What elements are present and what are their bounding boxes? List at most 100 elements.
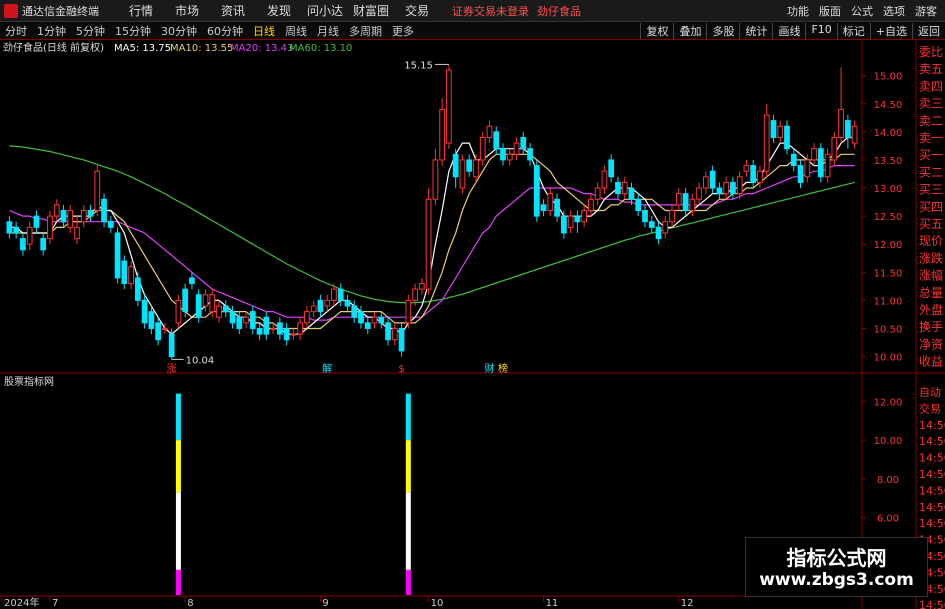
- candle-body: [446, 69, 452, 144]
- legend-ma60: MA60: 13.10: [289, 43, 352, 54]
- candle-body: [804, 159, 811, 178]
- candle-body: [134, 277, 141, 301]
- candle-body: [655, 226, 662, 240]
- price-tick-label-5: 12.50: [874, 212, 903, 223]
- candle-body: [588, 198, 594, 212]
- candle-body: [364, 322, 371, 329]
- period-tab-8[interactable]: 月线: [312, 23, 344, 39]
- menu-item-6[interactable]: 交易: [394, 2, 440, 19]
- side-lower-5: 14:50: [919, 468, 945, 481]
- candle-body: [371, 316, 378, 324]
- period-tab-4[interactable]: 30分钟: [156, 23, 202, 39]
- toolbar-button-6[interactable]: 标记: [836, 22, 870, 39]
- candle-body: [209, 294, 216, 313]
- period-tab-2[interactable]: 5分钟: [71, 23, 110, 39]
- titlebar-right-item-1[interactable]: 版面: [819, 3, 841, 19]
- toolbar-button-7[interactable]: +自选: [869, 22, 912, 39]
- toolbar-button-0[interactable]: 复权: [640, 22, 673, 39]
- kline-chart[interactable]: 劲仔食品(日线 前复权) MA5: 13.75MA10: 13.55MA20: 1…: [0, 40, 945, 609]
- side-upper-16: 换手: [919, 320, 943, 334]
- menu-item-0[interactable]: 行情: [118, 2, 164, 19]
- candle-body: [520, 136, 527, 150]
- candle-body: [736, 176, 743, 195]
- candle-body: [628, 187, 635, 200]
- side-upper-18: 收益: [919, 355, 943, 369]
- toolbar-button-1[interactable]: 叠加: [673, 22, 706, 39]
- candle-body: [621, 181, 628, 195]
- indicator-bar-0-seg-3: [175, 393, 181, 441]
- candle-body: [412, 288, 418, 301]
- toolbar-button-8[interactable]: 返回: [912, 22, 945, 39]
- candle-body: [195, 294, 202, 318]
- period-tab-1[interactable]: 1分钟: [32, 23, 71, 39]
- titlebar-right-item-0[interactable]: 功能: [787, 3, 809, 19]
- candle-body: [811, 148, 817, 161]
- legend-ma10: MA10: 13.55: [170, 43, 233, 54]
- period-tab-7[interactable]: 周线: [280, 23, 312, 39]
- main-menu: 行情 市场 资讯 发现 问小达 财富圈 交易: [118, 2, 440, 19]
- candle-body: [331, 288, 337, 301]
- indicator-bar-0-seg-1: [175, 492, 181, 570]
- chart-area[interactable]: 劲仔食品(日线 前复权) MA5: 13.75 MA10: 13.55 MA20: 1…: [0, 40, 945, 609]
- price-tick-label-9: 10.50: [874, 324, 903, 335]
- menu-item-3[interactable]: 发现: [256, 2, 302, 19]
- period-tab-5[interactable]: 60分钟: [202, 23, 248, 39]
- date-label-1: 7: [52, 598, 58, 609]
- titlebar-right-menu: 功能 版面 公式 选项 游客: [787, 3, 945, 19]
- period-tabs: 分时 1分钟 5分钟 15分钟 30分钟 60分钟 日线 周线 月线 多周期 更多: [0, 23, 419, 39]
- candle-body: [189, 277, 195, 285]
- candle-body: [121, 260, 128, 285]
- menu-item-2[interactable]: 资讯: [210, 2, 256, 19]
- candle-body: [283, 327, 290, 341]
- date-label-5: 11: [546, 598, 559, 609]
- candle-body: [547, 193, 554, 212]
- menu-item-1[interactable]: 市场: [164, 2, 210, 19]
- candle-body: [26, 226, 33, 245]
- candle-body: [249, 311, 256, 329]
- candle-body: [844, 120, 851, 138]
- side-upper-10: 买五: [919, 217, 943, 231]
- candle-body: [351, 305, 358, 318]
- date-label-3: 9: [322, 598, 328, 609]
- candle-body: [20, 238, 26, 251]
- candle-body: [439, 108, 446, 161]
- period-tab-10[interactable]: 更多: [387, 23, 419, 39]
- period-tab-6[interactable]: 日线: [248, 23, 280, 39]
- side-lower-8: 14:50: [919, 517, 945, 530]
- candle-body: [466, 159, 473, 172]
- candle-body: [67, 210, 74, 228]
- side-lower-2: 14:50: [919, 419, 945, 432]
- candle-body: [851, 125, 858, 144]
- candle-body: [594, 187, 601, 200]
- side-lower-13: 14:50: [919, 599, 945, 609]
- candle-body: [87, 210, 94, 217]
- candle-body: [506, 153, 513, 161]
- candle-body: [486, 125, 493, 138]
- toolbar-button-4[interactable]: 画线: [772, 22, 805, 39]
- high-label: 15.15: [404, 60, 433, 71]
- candle-body: [567, 215, 574, 228]
- login-warning[interactable]: 证券交易未登录: [452, 3, 529, 19]
- candle-body: [141, 299, 148, 324]
- menu-item-4[interactable]: 问小达: [302, 2, 348, 19]
- toolbar-button-3[interactable]: 统计: [739, 22, 772, 39]
- period-tab-3[interactable]: 15分钟: [110, 23, 156, 39]
- titlebar-right-item-4[interactable]: 游客: [915, 3, 937, 19]
- menu-item-5[interactable]: 财富圈: [348, 2, 394, 19]
- candle-body: [784, 125, 790, 150]
- titlebar-right-item-2[interactable]: 公式: [851, 3, 873, 19]
- side-upper-2: 卖四: [919, 79, 943, 93]
- candle-body: [554, 198, 560, 217]
- candle-body: [94, 170, 101, 212]
- date-label-0: 2024年: [4, 596, 39, 609]
- candle-body: [33, 215, 40, 228]
- candle-body: [608, 159, 615, 178]
- candle-body: [730, 181, 736, 195]
- candle-body: [175, 299, 182, 324]
- candle-body: [398, 327, 405, 352]
- titlebar-right-item-3[interactable]: 选项: [883, 3, 905, 19]
- toolbar-button-5[interactable]: F10: [805, 22, 836, 39]
- period-tab-0[interactable]: 分时: [0, 23, 32, 39]
- period-tab-9[interactable]: 多周期: [344, 23, 387, 39]
- toolbar-button-2[interactable]: 多股: [706, 22, 739, 39]
